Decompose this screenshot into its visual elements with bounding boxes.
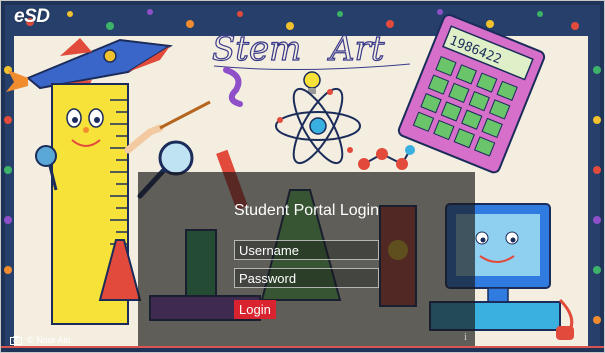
- login-title: Student Portal Login: [234, 202, 379, 219]
- camera-icon: [10, 335, 22, 345]
- login-panel: Student Portal Login Login i: [138, 172, 475, 347]
- photo-credit: © Noor Ain: [10, 334, 71, 346]
- credit-text: © Noor Ain: [27, 335, 71, 345]
- login-button[interactable]: Login: [234, 300, 276, 319]
- bottom-rule: [0, 346, 605, 348]
- svg-text:Art: Art: [327, 29, 385, 69]
- svg-text:Stem: Stem: [212, 29, 301, 69]
- username-input[interactable]: [234, 240, 379, 260]
- password-input[interactable]: [234, 268, 379, 288]
- info-icon[interactable]: i: [464, 332, 467, 343]
- esd-logo: eSD: [14, 6, 50, 27]
- login-page: Stem Art 1986422 eSD Student Portal Logi…: [0, 0, 605, 353]
